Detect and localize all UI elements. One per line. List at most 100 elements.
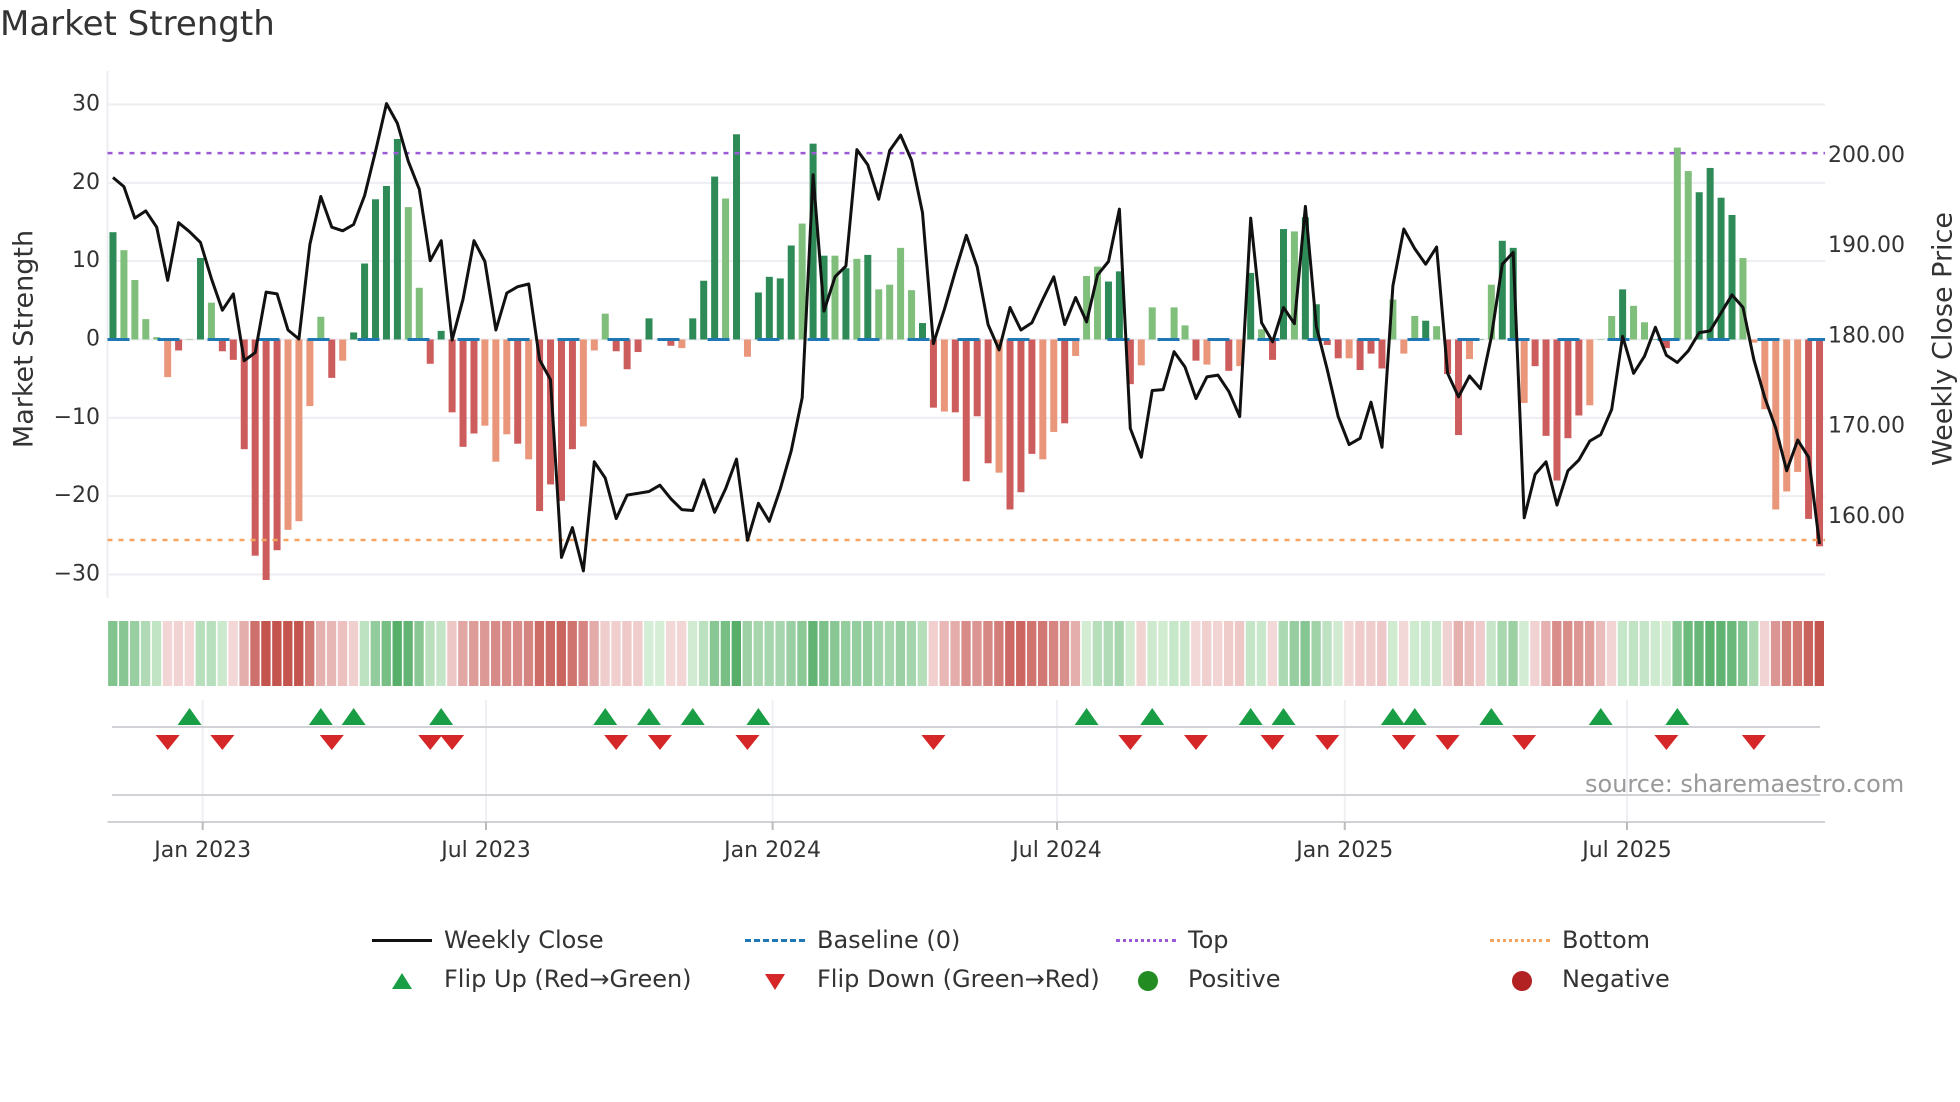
heat-cell xyxy=(1202,621,1212,686)
circle-red-icon xyxy=(1490,969,1550,991)
flip-down-marker xyxy=(440,735,465,750)
heat-cell xyxy=(633,621,643,686)
heat-cell xyxy=(1770,621,1781,686)
y2-tick-label: 160.00 xyxy=(1828,504,1905,529)
heat-cell xyxy=(1125,621,1135,686)
flip-up-marker xyxy=(1140,708,1165,725)
positive-bar xyxy=(842,268,850,340)
heat-cell xyxy=(862,621,873,686)
negative-bar xyxy=(743,339,751,357)
heat-cell xyxy=(983,621,993,686)
heat-cell xyxy=(1803,621,1814,686)
negative-bar xyxy=(1225,339,1233,371)
heat-cell xyxy=(1322,621,1332,686)
y-tick-label: 20 xyxy=(72,170,100,195)
heat-cell xyxy=(698,621,709,686)
heat-cell xyxy=(775,621,785,686)
negative-bar xyxy=(1050,339,1058,432)
negative-bar xyxy=(273,339,281,551)
negative-bar xyxy=(481,339,489,426)
heat-cell xyxy=(1650,621,1660,686)
negative-bar xyxy=(984,339,992,464)
negative-bar xyxy=(995,339,1003,473)
legend-label: Flip Down (Green→Red) xyxy=(817,965,1100,993)
negative-bar xyxy=(1017,339,1025,493)
positive-bar xyxy=(207,302,215,340)
negative-bar xyxy=(1072,339,1080,356)
heat-cell xyxy=(1694,621,1704,686)
positive-bar xyxy=(1411,316,1419,340)
heat-cell xyxy=(622,621,632,686)
heat-cell xyxy=(1705,621,1715,686)
x-tick-label: Jul 2024 xyxy=(1010,838,1102,863)
negative-bar xyxy=(262,339,270,580)
heat-cell xyxy=(425,621,435,686)
heat-cell xyxy=(644,621,654,686)
positive-bar xyxy=(131,279,139,340)
heat-cell xyxy=(403,621,413,686)
negative-bar xyxy=(492,339,500,462)
heat-cell xyxy=(611,621,621,686)
heat-cell xyxy=(1716,621,1726,686)
heat-cell xyxy=(939,621,949,686)
heat-cell xyxy=(895,621,906,686)
y-tick-label: −20 xyxy=(54,483,100,508)
heat-cell xyxy=(250,621,260,686)
heat-cell xyxy=(1300,621,1310,686)
heat-cell xyxy=(523,621,534,686)
heat-cell xyxy=(1027,621,1037,686)
positive-bar xyxy=(196,258,204,340)
strength-bars xyxy=(109,134,1824,580)
negative-bar xyxy=(295,339,303,522)
heat-cell xyxy=(1234,621,1245,686)
heat-cell xyxy=(720,621,731,686)
negative-bar xyxy=(1356,339,1364,371)
heat-cell xyxy=(600,621,610,686)
flip-down-marker xyxy=(1741,735,1766,750)
heat-cell xyxy=(414,621,424,686)
heat-cell xyxy=(709,621,720,686)
negative-bar xyxy=(1039,339,1047,460)
legend-dash-icon xyxy=(745,930,805,950)
negative-bar xyxy=(1192,339,1200,361)
legend-line-icon xyxy=(372,930,432,950)
heat-cell xyxy=(1563,621,1573,686)
negative-bar xyxy=(229,339,237,360)
heat-cell xyxy=(841,621,851,686)
left-axis-ticks: −30 −20 −10 0 10 20 30 xyxy=(54,92,100,587)
heat-cell xyxy=(1180,621,1190,686)
heat-cell xyxy=(1147,621,1157,686)
heat-cell xyxy=(1059,621,1070,686)
positive-bar xyxy=(864,254,872,340)
negative-bar xyxy=(1805,339,1813,519)
negative-bar xyxy=(1378,339,1386,369)
positive-bar xyxy=(1630,305,1638,340)
heat-cell xyxy=(786,621,796,686)
heat-cell xyxy=(1398,621,1409,686)
heat-cell xyxy=(1464,621,1474,686)
negative-bar xyxy=(251,339,259,556)
negative-bar xyxy=(929,339,937,408)
legend-flip-up: Flip Up (Red→Green) xyxy=(372,965,692,993)
y-tick-label: 10 xyxy=(72,248,100,273)
heat-cell xyxy=(1278,621,1288,686)
x-tick-label: Jul 2023 xyxy=(439,838,531,863)
negative-bar xyxy=(579,339,587,427)
flip-up-marker xyxy=(637,708,662,725)
positive-bar xyxy=(1433,326,1441,340)
negative-bar xyxy=(426,339,434,364)
positive-bar xyxy=(1104,281,1112,340)
positive-bar xyxy=(1258,329,1266,340)
positive-bar xyxy=(1597,339,1605,340)
circle-green-icon xyxy=(1116,969,1176,991)
positive-bar xyxy=(142,319,150,340)
legend-negative: Negative xyxy=(1490,965,1670,993)
heat-cell xyxy=(1256,621,1267,686)
negative-bar xyxy=(1564,339,1572,439)
negative-bar xyxy=(470,339,478,434)
heat-cell xyxy=(458,621,468,686)
flip-down-marker xyxy=(418,735,443,750)
positive-bar xyxy=(722,198,730,340)
heat-cell xyxy=(1541,621,1551,686)
positive-bar xyxy=(382,185,390,340)
